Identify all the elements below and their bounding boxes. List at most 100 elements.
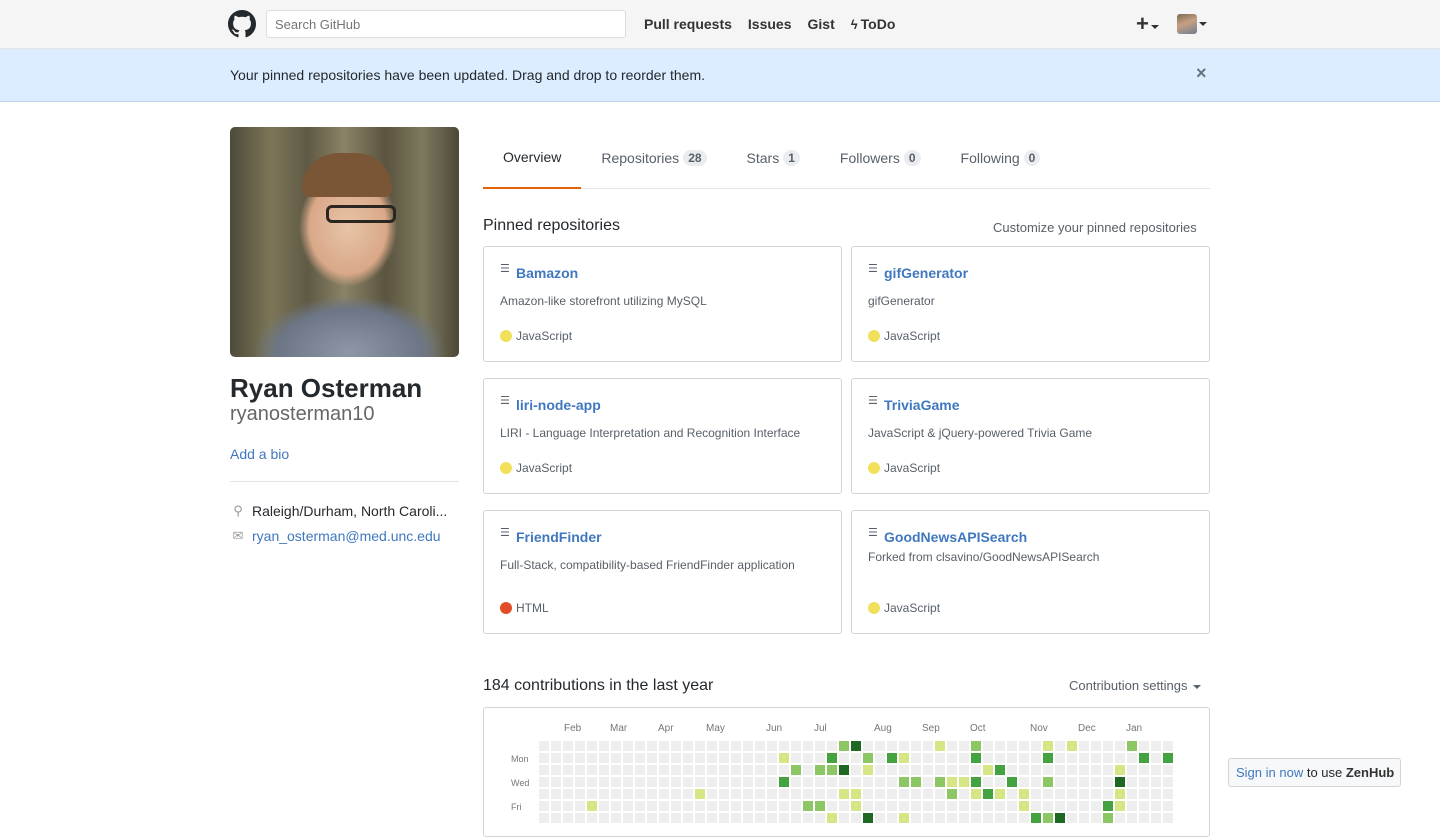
contribution-day[interactable]	[539, 801, 549, 811]
zenhub-signin-banner[interactable]: Sign in now to use ZenHub	[1228, 758, 1401, 787]
contribution-day[interactable]	[815, 801, 825, 811]
contribution-day[interactable]	[1115, 777, 1125, 787]
contribution-day[interactable]	[683, 813, 693, 823]
contribution-day[interactable]	[623, 741, 633, 751]
contribution-day[interactable]	[791, 753, 801, 763]
contribution-day[interactable]	[1079, 765, 1089, 775]
contribution-day[interactable]	[659, 741, 669, 751]
contribution-day[interactable]	[587, 741, 597, 751]
contribution-day[interactable]	[1103, 789, 1113, 799]
contribution-day[interactable]	[563, 801, 573, 811]
contribution-day[interactable]	[539, 789, 549, 799]
contribution-day[interactable]	[1067, 765, 1077, 775]
contribution-day[interactable]	[947, 813, 957, 823]
contribution-day[interactable]	[1091, 741, 1101, 751]
contribution-day[interactable]	[695, 777, 705, 787]
contribution-day[interactable]	[719, 753, 729, 763]
contribution-day[interactable]	[959, 777, 969, 787]
contribution-day[interactable]	[731, 777, 741, 787]
repo-drag-icon[interactable]: ☰	[868, 264, 878, 275]
contribution-day[interactable]	[815, 765, 825, 775]
contribution-day[interactable]	[1115, 801, 1125, 811]
contribution-day[interactable]	[791, 789, 801, 799]
contribution-day[interactable]	[611, 777, 621, 787]
contribution-day[interactable]	[995, 813, 1005, 823]
contribution-day[interactable]	[827, 753, 837, 763]
contribution-day[interactable]	[803, 753, 813, 763]
nav-gist[interactable]: Gist	[808, 16, 835, 32]
contribution-day[interactable]	[1139, 753, 1149, 763]
contribution-day[interactable]	[647, 813, 657, 823]
contribution-day[interactable]	[959, 813, 969, 823]
contribution-day[interactable]	[743, 765, 753, 775]
contribution-day[interactable]	[731, 765, 741, 775]
contribution-day[interactable]	[719, 741, 729, 751]
contribution-day[interactable]	[623, 813, 633, 823]
contribution-day[interactable]	[1127, 741, 1137, 751]
contribution-day[interactable]	[707, 777, 717, 787]
contribution-day[interactable]	[887, 813, 897, 823]
contribution-day[interactable]	[923, 777, 933, 787]
contribution-day[interactable]	[1139, 777, 1149, 787]
contribution-day[interactable]	[947, 777, 957, 787]
contribution-day[interactable]	[635, 765, 645, 775]
contribution-day[interactable]	[815, 741, 825, 751]
contribution-day[interactable]	[683, 765, 693, 775]
contribution-day[interactable]	[947, 753, 957, 763]
contribution-day[interactable]	[959, 753, 969, 763]
contribution-day[interactable]	[1091, 813, 1101, 823]
contribution-day[interactable]	[911, 777, 921, 787]
contribution-day[interactable]	[1139, 741, 1149, 751]
contribution-day[interactable]	[1007, 777, 1017, 787]
contribution-day[interactable]	[551, 789, 561, 799]
contribution-day[interactable]	[755, 813, 765, 823]
contribution-day[interactable]	[959, 801, 969, 811]
contribution-day[interactable]	[1055, 765, 1065, 775]
contribution-day[interactable]	[863, 753, 873, 763]
contribution-day[interactable]	[695, 741, 705, 751]
contribution-day[interactable]	[611, 789, 621, 799]
contribution-day[interactable]	[791, 765, 801, 775]
contribution-day[interactable]	[707, 801, 717, 811]
contribution-day[interactable]	[875, 741, 885, 751]
contribution-day[interactable]	[767, 741, 777, 751]
contribution-day[interactable]	[1091, 801, 1101, 811]
contribution-day[interactable]	[707, 789, 717, 799]
contribution-day[interactable]	[1115, 789, 1125, 799]
zenhub-signin-link[interactable]: Sign in now	[1236, 765, 1303, 780]
pinned-repo-card[interactable]: ☰ liri-node-app LIRI - Language Interpre…	[483, 378, 842, 494]
contribution-day[interactable]	[551, 753, 561, 763]
contribution-day[interactable]	[995, 741, 1005, 751]
contribution-day[interactable]	[599, 801, 609, 811]
contribution-day[interactable]	[803, 789, 813, 799]
contribution-day[interactable]	[635, 741, 645, 751]
contribution-day[interactable]	[983, 777, 993, 787]
contribution-day[interactable]	[911, 789, 921, 799]
contribution-day[interactable]	[671, 777, 681, 787]
contribution-day[interactable]	[635, 801, 645, 811]
contribution-day[interactable]	[743, 801, 753, 811]
contribution-day[interactable]	[1067, 789, 1077, 799]
contribution-day[interactable]	[731, 741, 741, 751]
contribution-day[interactable]	[983, 789, 993, 799]
contribution-day[interactable]	[731, 813, 741, 823]
contribution-day[interactable]	[923, 765, 933, 775]
contribution-day[interactable]	[779, 765, 789, 775]
contribution-day[interactable]	[1007, 741, 1017, 751]
contribution-day[interactable]	[779, 801, 789, 811]
contribution-day[interactable]	[1151, 813, 1161, 823]
contribution-day[interactable]	[803, 813, 813, 823]
create-new-button[interactable]: +	[1136, 11, 1159, 37]
contribution-day[interactable]	[995, 801, 1005, 811]
user-avatar-menu[interactable]	[1176, 14, 1197, 34]
contribution-day[interactable]	[671, 765, 681, 775]
contribution-day[interactable]	[923, 753, 933, 763]
contribution-day[interactable]	[1055, 777, 1065, 787]
contribution-day[interactable]	[935, 741, 945, 751]
contribution-day[interactable]	[563, 789, 573, 799]
customize-pinned-link[interactable]: Customize your pinned repositories	[993, 220, 1197, 235]
contribution-day[interactable]	[587, 777, 597, 787]
contribution-day[interactable]	[971, 777, 981, 787]
contribution-day[interactable]	[1115, 741, 1125, 751]
contribution-day[interactable]	[995, 753, 1005, 763]
